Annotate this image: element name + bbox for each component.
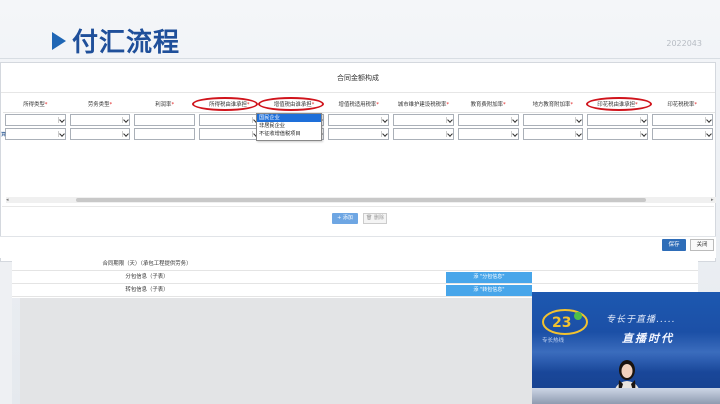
grid-toolbar bbox=[2, 206, 714, 234]
select-field[interactable] bbox=[522, 128, 584, 140]
vat-bearer-dropdown[interactable]: 国民企业 非居民企业 不征收增值税项目 bbox=[256, 113, 322, 141]
add-subcontract-button[interactable]: 添 "分包信息" bbox=[446, 272, 532, 283]
page-edge bbox=[0, 262, 12, 404]
column-header: 所得类型* bbox=[23, 102, 48, 108]
chevron-down-icon bbox=[445, 131, 452, 137]
chevron-down-icon bbox=[575, 117, 581, 123]
scroll-left-icon[interactable]: ◂ bbox=[6, 197, 11, 203]
select-field[interactable] bbox=[328, 114, 390, 126]
chevron-down-icon bbox=[575, 131, 581, 137]
horizontal-scrollbar[interactable]: ◂ ▸ bbox=[6, 197, 716, 203]
select-field[interactable] bbox=[522, 114, 584, 126]
video-overlay-text: 专长于直播..... bbox=[606, 315, 676, 325]
chevron-down-icon bbox=[381, 131, 387, 137]
select-field[interactable] bbox=[651, 114, 713, 126]
select-field[interactable] bbox=[328, 128, 390, 140]
save-button[interactable]: 保存 bbox=[662, 239, 686, 251]
chevron-down-icon bbox=[704, 117, 711, 123]
logo-text: 23 bbox=[552, 315, 571, 331]
presenter-video: 23 专长热线 专长于直播..... 直播时代 bbox=[532, 292, 720, 404]
column-header: 劳务类型* bbox=[87, 102, 113, 108]
add-row-button[interactable]: + 添加 bbox=[332, 213, 358, 224]
column-header: 教育费附加率* bbox=[470, 102, 506, 108]
dropdown-option[interactable]: 不征收增值税项目 bbox=[257, 130, 321, 138]
chevron-down-icon bbox=[704, 131, 711, 137]
form-background bbox=[20, 298, 532, 404]
transfer-label: 转包信息（子表） bbox=[125, 287, 169, 293]
column-header: 印花税税率* bbox=[667, 102, 698, 108]
video-small-text: 专长热线 bbox=[542, 338, 565, 344]
close-button[interactable]: 关闭 bbox=[690, 239, 714, 251]
select-field[interactable] bbox=[199, 128, 260, 140]
select-field[interactable] bbox=[457, 114, 519, 126]
select-field[interactable] bbox=[199, 114, 260, 126]
channel-logo-icon: 23 bbox=[542, 309, 588, 335]
select-field[interactable] bbox=[5, 128, 66, 140]
select-field[interactable] bbox=[5, 114, 66, 126]
row-marker: 算 bbox=[1, 132, 7, 138]
chevron-down-icon bbox=[445, 117, 452, 123]
delete-row-button[interactable]: 🗑 删除 bbox=[363, 213, 387, 224]
column-header: 城市维护建设税税率* bbox=[397, 102, 450, 108]
chevron-down-icon bbox=[639, 117, 646, 123]
screen: 付汇流程 2022043 合同金额构成 所得类型* 劳务类型* 利润率* 所得税… bbox=[0, 0, 720, 404]
chevron-down-icon bbox=[122, 131, 128, 137]
play-arrow-icon bbox=[52, 31, 66, 50]
highlight-oval bbox=[192, 97, 258, 111]
highlight-oval bbox=[258, 97, 324, 111]
column-header: 地方教育附加率* bbox=[532, 102, 574, 108]
video-overlay-title: 直播时代 bbox=[622, 332, 674, 345]
select-field[interactable] bbox=[651, 128, 713, 140]
contract-period-label: 合同期限（天）（承包工程提供劳务） bbox=[102, 261, 192, 267]
text-field[interactable] bbox=[134, 114, 196, 126]
chevron-down-icon bbox=[381, 117, 387, 123]
dropdown-option[interactable]: 非居民企业 bbox=[257, 122, 321, 130]
slide-title: 付汇流程 bbox=[52, 22, 180, 59]
grid-row bbox=[3, 127, 715, 141]
form-row: 合同期限（天）（承包工程提供劳务） bbox=[12, 258, 698, 271]
column-header: 利润率* bbox=[155, 102, 175, 108]
form-row: 分包信息（子表） 添 "分包信息" bbox=[12, 271, 698, 284]
text-field[interactable] bbox=[134, 128, 196, 140]
chevron-down-icon bbox=[57, 131, 64, 137]
chevron-down-icon bbox=[57, 117, 64, 123]
slide-code: 2022043 bbox=[666, 39, 702, 48]
chevron-down-icon bbox=[510, 131, 517, 137]
dialog-footer bbox=[0, 236, 716, 258]
select-field[interactable] bbox=[587, 114, 648, 126]
select-field[interactable] bbox=[393, 128, 454, 140]
scroll-thumb[interactable] bbox=[76, 198, 646, 202]
chevron-down-icon bbox=[122, 117, 128, 123]
divider bbox=[0, 58, 720, 59]
column-header: 增值税适用税率* bbox=[338, 102, 379, 108]
select-field[interactable] bbox=[69, 114, 131, 126]
dropdown-option[interactable]: 国民企业 bbox=[257, 114, 321, 122]
chevron-down-icon bbox=[510, 117, 517, 123]
select-field[interactable] bbox=[393, 114, 454, 126]
chevron-down-icon bbox=[639, 131, 646, 137]
add-transfer-button[interactable]: 添 "转包信息" bbox=[446, 285, 532, 296]
dialog-title: 合同金额构成 bbox=[1, 63, 715, 93]
slide-title-text: 付汇流程 bbox=[72, 28, 181, 58]
select-field[interactable] bbox=[69, 128, 131, 140]
select-field[interactable] bbox=[587, 128, 648, 140]
grid-row bbox=[3, 113, 715, 127]
subcontract-label: 分包信息（子表） bbox=[125, 274, 169, 280]
highlight-oval bbox=[586, 97, 652, 111]
select-field[interactable] bbox=[457, 128, 519, 140]
desk bbox=[532, 388, 720, 404]
scroll-right-icon[interactable]: ▸ bbox=[711, 197, 716, 203]
